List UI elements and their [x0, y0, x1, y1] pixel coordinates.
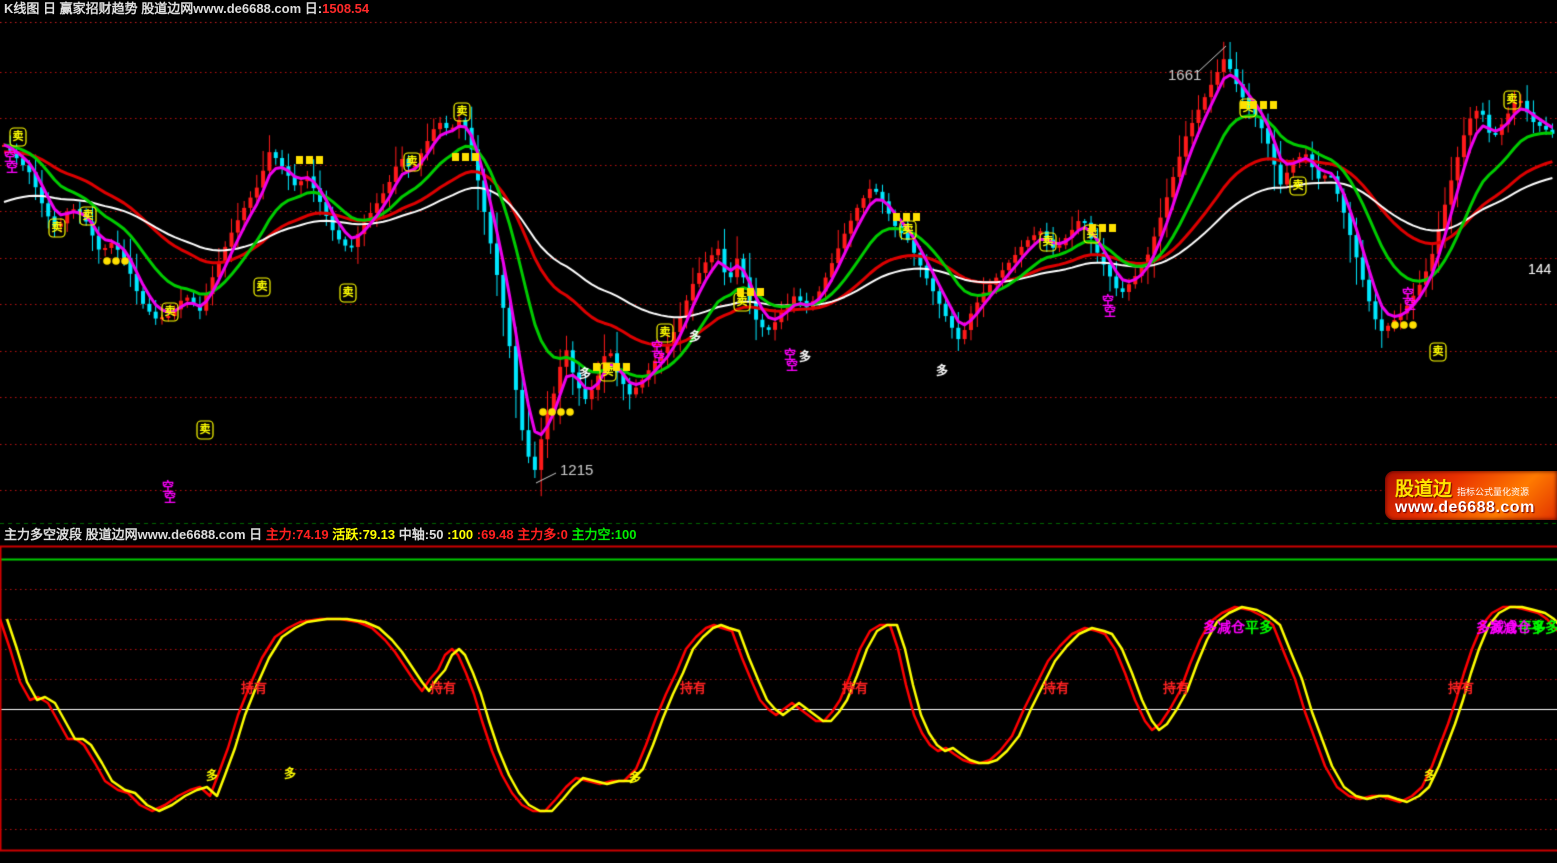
header-token: :100	[447, 527, 477, 542]
header-token: 主力多:0	[517, 527, 571, 542]
logo-tagline: 指标公式量化资源	[1457, 485, 1529, 498]
trading-app-window: K线图 日 赢家招财趋势 股道边网www.de6688.com 日:1508.5…	[0, 0, 1557, 863]
logo-brand: 股道边	[1395, 474, 1452, 501]
logo-row: 股道边 指标公式量化资源	[1395, 474, 1551, 501]
indicator-header: 主力多空波段 股道边网www.de6688.com 日 主力:74.19 活跃:…	[4, 527, 636, 543]
logo-url: www.de6688.com	[1395, 499, 1551, 517]
header-token: 赢家招财趋势	[60, 1, 142, 16]
header-token: 活跃:79.13	[332, 527, 398, 542]
header-token: 股道边网www.de6688.com	[141, 1, 305, 16]
header-token: 主力空:100	[571, 527, 636, 542]
header-token: 股道边网www.de6688.com	[86, 527, 250, 542]
header-token: 日	[249, 527, 266, 542]
kline-header: K线图 日 赢家招财趋势 股道边网www.de6688.com 日:1508.5…	[4, 1, 369, 17]
kline-chart-canvas[interactable]	[0, 0, 1557, 863]
header-token: 中轴:50	[399, 527, 447, 542]
header-token: 日	[43, 1, 60, 16]
header-token: 主力多空波段	[4, 527, 86, 542]
header-token: :69.48	[477, 527, 517, 542]
site-logo[interactable]: 股道边 指标公式量化资源 www.de6688.com	[1385, 471, 1557, 520]
header-token: 1508.54	[322, 1, 369, 16]
header-token: 日:	[305, 1, 322, 16]
header-token: 主力:74.19	[266, 527, 332, 542]
header-token: K线图	[4, 1, 43, 16]
